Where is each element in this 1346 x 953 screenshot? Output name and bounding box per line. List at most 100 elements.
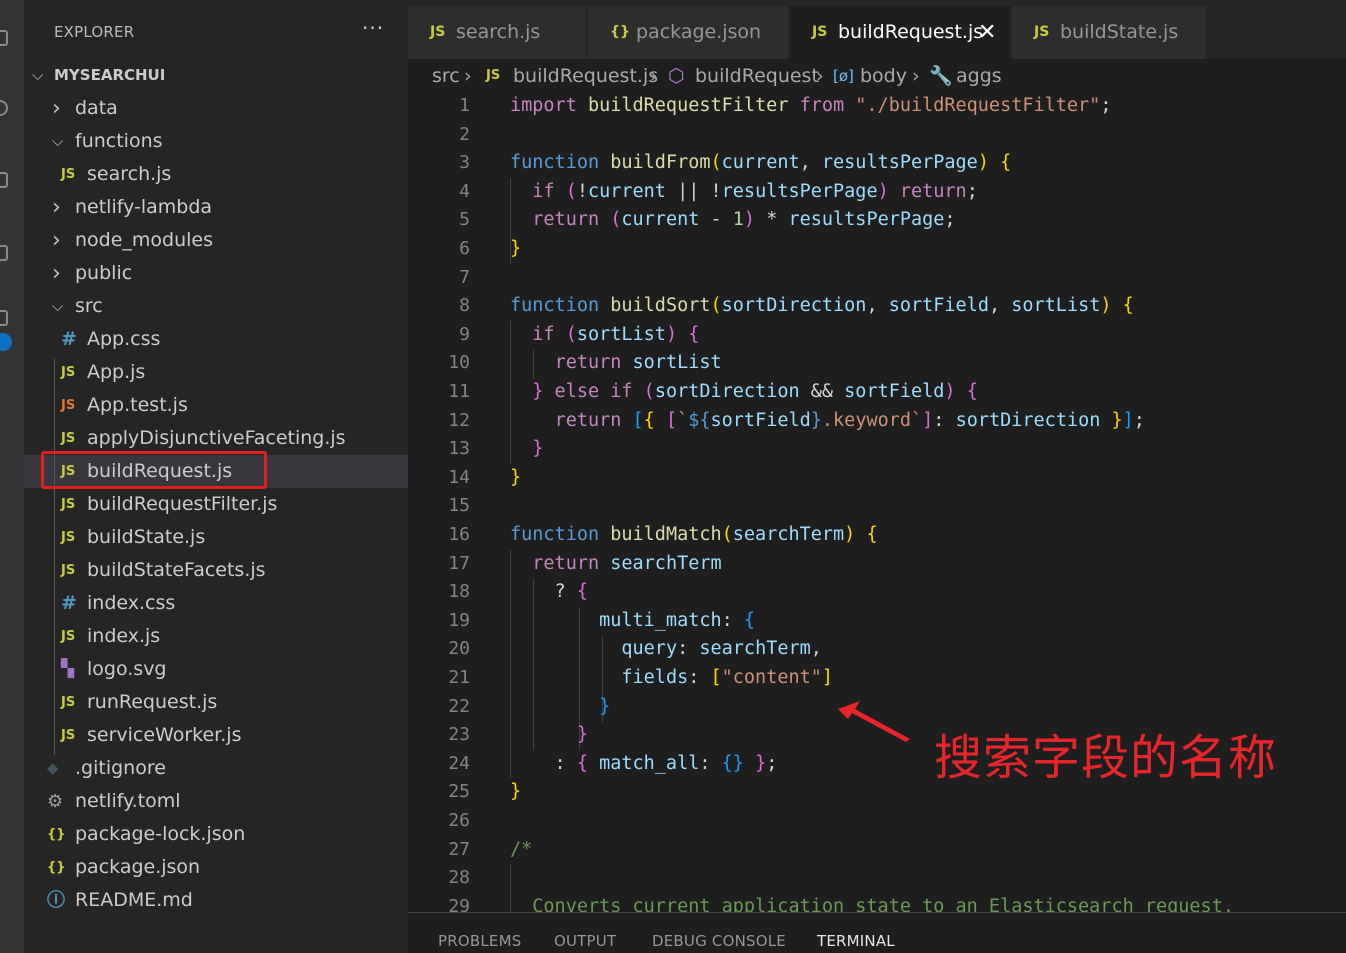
function-symbol-icon: ⬡ [668, 65, 685, 87]
tree-folder[interactable]: › netlify-lambda [24, 191, 408, 224]
line-number: 4 [459, 180, 470, 202]
line-number: 22 [448, 695, 470, 717]
code-token: ) [977, 152, 989, 174]
tree-file[interactable]: JS index.js [24, 620, 408, 653]
line-number: 9 [459, 323, 470, 345]
tree-root-folder[interactable]: ⌵ MYSEARCHUI [24, 59, 408, 92]
panel-tab-problems[interactable]: PROBLEMS [438, 932, 521, 950]
code-token: : [677, 638, 700, 660]
code-token: searchTerm [610, 552, 722, 574]
code-token: : [699, 752, 722, 774]
source-control-icon[interactable] [0, 172, 8, 188]
js-file-icon: JS [1034, 24, 1050, 40]
panel-tab-debug-console[interactable]: DEBUG CONSOLE [652, 932, 786, 950]
chevron-right-icon: › [52, 261, 61, 286]
tree-file[interactable]: ⚙ netlify.toml [24, 785, 408, 818]
tree-file[interactable]: JS App.js [24, 356, 408, 389]
tree-file[interactable]: JS buildRequestFilter.js [24, 488, 408, 521]
tree-file[interactable]: JS runRequest.js [24, 686, 408, 719]
json-file-icon: {} [610, 24, 630, 40]
tree-folder[interactable]: › node_modules [24, 224, 408, 257]
code-token: resultsPerPage [821, 152, 978, 174]
tree-file[interactable]: ◆ .gitignore [24, 752, 408, 785]
tree-item-label: functions [75, 130, 163, 152]
js-file-icon: JS [61, 728, 76, 743]
tree-item-label: buildRequestFilter.js [87, 493, 278, 515]
tree-item-label: MYSEARCHUI [54, 66, 166, 84]
code-line: query: searchTerm, [510, 635, 822, 664]
files-icon[interactable] [0, 30, 8, 46]
breadcrumb-src[interactable]: src [432, 59, 460, 93]
close-icon[interactable]: ✕ [978, 6, 996, 59]
extensions-icon[interactable] [0, 310, 8, 326]
panel-tab-output[interactable]: OUTPUT [554, 932, 616, 950]
run-debug-icon[interactable] [0, 245, 8, 261]
code-line: } else if (sortDirection && sortField) { [510, 378, 978, 407]
breadcrumb-file[interactable]: buildRequest.js [513, 59, 658, 93]
tab-buildRequest-js[interactable]: JS buildRequest.js ✕ [790, 6, 1010, 59]
breadcrumb-function[interactable]: buildRequest [695, 59, 819, 93]
code-token: import [510, 95, 588, 116]
code-token: ; [966, 180, 978, 202]
breadcrumb-variable[interactable]: body [860, 59, 907, 93]
tree-folder[interactable]: › public [24, 257, 408, 290]
tree-file[interactable]: {} package.json [24, 851, 408, 884]
code-token: - [699, 209, 733, 231]
tree-file[interactable]: JS buildStateFacets.js [24, 554, 408, 587]
tab-package-json[interactable]: {} package.json [588, 6, 788, 59]
tree-file[interactable]: ▚ logo.svg [24, 653, 408, 686]
code-token: } [532, 381, 544, 402]
tree-file[interactable]: JS search.js [24, 158, 408, 191]
code-editor[interactable]: 1 2 3 4 5 6 7 8 9 10 11 12 13 14 15 16 17 18 19 20 21 22 23 24 2… [408, 93, 1346, 912]
tab-buildState-js[interactable]: JS buildState.js [1012, 6, 1206, 59]
line-number: 29 [448, 895, 470, 912]
line-number: 8 [459, 295, 470, 317]
breadcrumb-property[interactable]: aggs [956, 59, 1002, 93]
code-token: ; [1100, 95, 1112, 116]
tree-file[interactable]: JS serviceWorker.js [24, 719, 408, 752]
tab-search-js[interactable]: JS search.js [408, 6, 586, 59]
chevron-right-icon: › [912, 65, 920, 87]
code-token: sortList [632, 352, 722, 374]
code-line: function buildMatch(searchTerm) { [510, 521, 878, 550]
code-line: return sortList [510, 349, 722, 378]
tree-folder[interactable]: ⌵ functions [24, 125, 408, 158]
explorer-sidebar: EXPLORER ··· ⌵ MYSEARCHUI › data ⌵ functions J… [24, 0, 408, 953]
code-token: ; [1133, 409, 1145, 431]
tree-file[interactable]: {} package-lock.json [24, 818, 408, 851]
search-icon[interactable] [0, 100, 8, 116]
tree-file[interactable]: # App.css [24, 323, 408, 356]
tab-label: search.js [456, 21, 541, 43]
code-token: searchTerm [732, 524, 845, 545]
panel-tab-terminal[interactable]: TERMINAL [817, 932, 895, 950]
tree-item-label: search.js [87, 163, 172, 185]
code-token: buildSort [610, 295, 711, 317]
code-line: ? { [510, 578, 588, 607]
code-token: ( [610, 209, 622, 231]
more-actions-icon[interactable]: ··· [362, 16, 384, 40]
tree-item-label: serviceWorker.js [87, 724, 242, 746]
tree-folder[interactable]: › data [24, 92, 408, 125]
tree-file[interactable]: JS App.test.js [24, 389, 408, 422]
code-token: 1 [732, 209, 744, 231]
line-number: 21 [448, 667, 470, 688]
tree-folder[interactable]: ⌵ src [24, 290, 408, 323]
code-token: if [532, 323, 566, 345]
line-number: 20 [448, 638, 470, 660]
code-token: {} [721, 752, 744, 774]
tree-item-label: .gitignore [75, 757, 166, 779]
tree-file[interactable]: # index.css [24, 587, 408, 620]
js-file-icon: JS [430, 24, 446, 40]
chevron-right-icon: › [650, 65, 658, 87]
tree-file[interactable]: ⓘ README.md [24, 884, 408, 917]
code-token: [ [710, 667, 722, 688]
js-file-icon: JS [812, 24, 828, 40]
code-token: resultsPerPage [721, 180, 878, 202]
tree-file[interactable]: JS buildState.js [24, 521, 408, 554]
line-number: 28 [448, 867, 470, 889]
